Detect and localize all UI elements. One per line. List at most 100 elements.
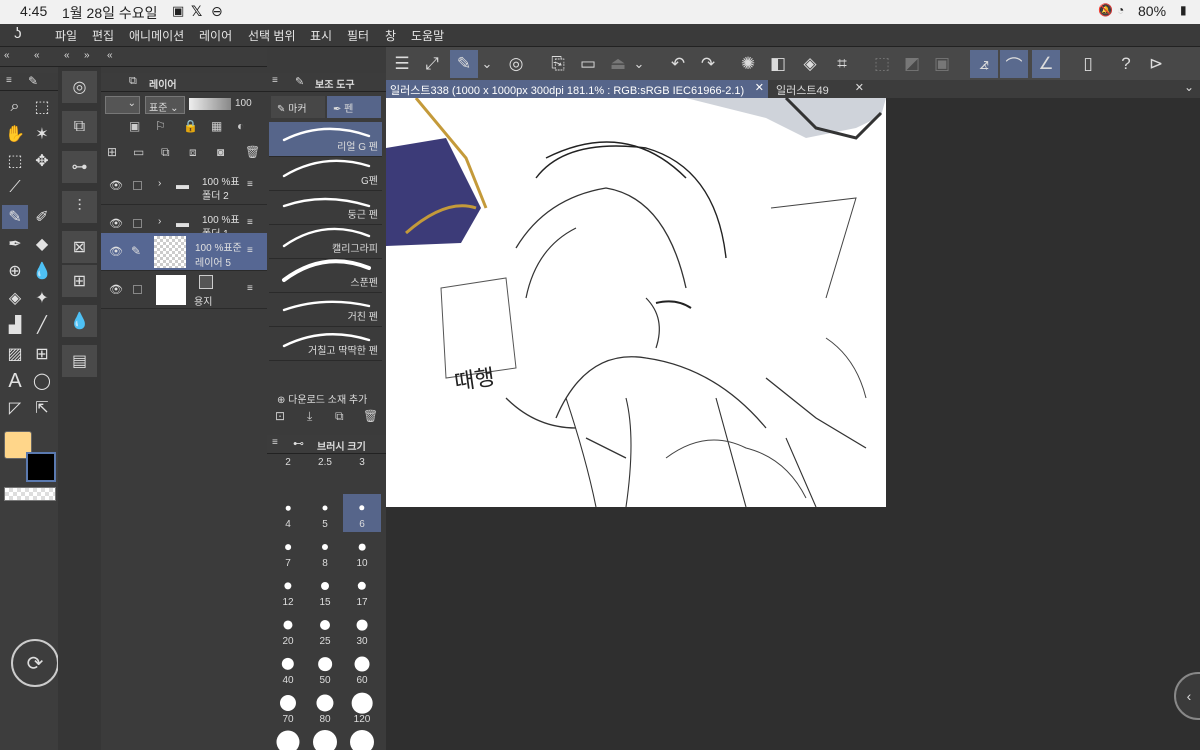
menu-help[interactable]: 도움말 xyxy=(411,27,444,44)
tab-marker[interactable]: ✎ 마커 xyxy=(271,96,325,118)
transform-icon[interactable]: ⌗ xyxy=(828,50,856,78)
line-icon[interactable]: ╱ xyxy=(29,313,55,337)
transparent-color-swatch[interactable] xyxy=(4,487,56,501)
menu-icon[interactable]: ≡ xyxy=(272,437,278,448)
brush-size-cell[interactable]: 60 xyxy=(343,650,381,688)
chevron-right-icon[interactable]: › xyxy=(158,178,161,189)
new-canvas-icon[interactable]: ⎘ xyxy=(544,50,572,78)
adjust-icon[interactable]: ⊶ xyxy=(62,151,97,183)
help-icon[interactable]: ? xyxy=(1112,50,1140,78)
brush-size-cell[interactable]: 15 xyxy=(306,572,344,610)
lock-transparency-icon[interactable]: ▦ xyxy=(211,119,222,133)
layer-row-paper[interactable]: 👁 용지 ≡ xyxy=(101,271,267,309)
blend-mode-select[interactable]: 표준 ⌄ xyxy=(145,96,185,114)
copy-icon[interactable]: ⧉ xyxy=(335,409,344,424)
move-icon[interactable]: ✥ xyxy=(29,149,55,173)
pen-pressure-icon[interactable]: ✎ xyxy=(450,50,478,78)
correct-line-icon[interactable]: ⇱ xyxy=(29,396,55,420)
invert-selection-icon[interactable]: ◩ xyxy=(898,50,926,78)
menu-icon[interactable]: ≡ xyxy=(6,75,12,86)
color-set-icon[interactable]: ⊞ xyxy=(62,265,97,297)
eye-icon[interactable]: 👁 xyxy=(109,245,123,258)
undo-icon[interactable]: ↶ xyxy=(664,50,692,78)
merge-icon[interactable]: ⧈ xyxy=(189,145,197,160)
brush-size-cell[interactable]: 5 xyxy=(306,494,344,532)
tab-pen[interactable]: ✒ 펜 xyxy=(327,96,381,118)
delete-icon[interactable]: 🗑 xyxy=(363,409,378,423)
checkbox-icon[interactable] xyxy=(133,285,142,294)
brush-size-cell[interactable]: 7 xyxy=(269,533,307,571)
brush-item[interactable]: 둥근 펜 xyxy=(269,190,382,225)
canvas[interactable]: 때행 xyxy=(386,96,886,508)
layer-menu-icon[interactable]: ≡ xyxy=(247,217,253,228)
new-folder-icon[interactable]: ▭ xyxy=(133,145,144,159)
chevron-down-icon[interactable]: ⌄ xyxy=(478,50,496,78)
fill-icon[interactable]: ◈ xyxy=(2,286,28,310)
menu-icon[interactable]: ≡ xyxy=(272,75,278,86)
brush-item[interactable]: 거칠고 딱딱한 펜 xyxy=(269,326,382,361)
object-icon[interactable]: ⬚ xyxy=(29,95,55,119)
app-logo-icon[interactable]: ʖ xyxy=(14,25,22,42)
eraser-icon[interactable]: ◆ xyxy=(29,232,55,256)
download-icon[interactable]: ⤓ xyxy=(307,409,312,424)
brush-size-cell[interactable]: 30 xyxy=(343,611,381,649)
layer-menu-icon[interactable]: ≡ xyxy=(247,245,253,256)
pen-tab-icon[interactable]: ✎ xyxy=(295,75,304,88)
selection-icon[interactable]: ⬚ xyxy=(2,149,28,173)
tool-property-icon[interactable]: ⫶ xyxy=(62,191,97,223)
mask-add-icon[interactable]: ◙ xyxy=(217,145,224,159)
new-raster-icon[interactable]: ⊞ xyxy=(107,145,117,159)
brush-size-cell[interactable]: 50 xyxy=(306,650,344,688)
chevron-right-icon[interactable]: › xyxy=(158,216,161,227)
settings-icon[interactable]: ⊡ xyxy=(275,409,285,423)
angle-icon[interactable]: ∠ xyxy=(1032,50,1060,78)
brush-size-cell[interactable]: 10 xyxy=(343,533,381,571)
brush-size-cell[interactable]: 8 xyxy=(306,533,344,571)
collapse-icon[interactable]: « xyxy=(107,50,113,61)
brush-size-cell[interactable]: 25 xyxy=(306,611,344,649)
brush-size-cell[interactable]: 70 xyxy=(269,689,307,727)
brush-size-cell[interactable]: 2.5 xyxy=(306,455,344,493)
sparkle-icon[interactable]: ✦ xyxy=(29,286,55,310)
eye-icon[interactable]: 👁 xyxy=(109,283,123,296)
layer-tab-icon[interactable]: ⧉ xyxy=(129,75,137,88)
add-material-button[interactable]: ⊕ 다운로드 소재 추가 xyxy=(277,391,367,406)
menu-layer[interactable]: 레이어 xyxy=(199,27,232,44)
decoration-icon[interactable]: ⊕ xyxy=(2,259,28,283)
auto-select-icon[interactable]: ✶ xyxy=(29,122,55,146)
airbrush-icon[interactable]: ▟ xyxy=(2,313,28,337)
menu-window[interactable]: 창 xyxy=(385,27,396,44)
menu-edit[interactable]: 편집 xyxy=(92,27,114,44)
reference-icon[interactable]: ⚐ xyxy=(155,119,166,133)
menu-filter[interactable]: 필터 xyxy=(347,27,369,44)
close-icon[interactable]: ✕ xyxy=(855,81,864,94)
menu-view[interactable]: 표시 xyxy=(310,27,332,44)
checkbox-icon[interactable] xyxy=(133,181,142,190)
fill-icon[interactable]: ◈ xyxy=(796,50,824,78)
redo-icon[interactable]: ↷ xyxy=(694,50,722,78)
eye-icon[interactable]: 👁 xyxy=(109,179,123,192)
brush-size-cell[interactable]: 150 xyxy=(269,728,307,750)
device-icon[interactable]: ▯ xyxy=(1074,50,1102,78)
hand-icon[interactable]: ✋ xyxy=(2,122,28,146)
brush-item[interactable]: 캘리그라피 xyxy=(269,224,382,259)
brush-size-cell[interactable]: 2 xyxy=(269,455,307,493)
eye-icon[interactable]: 👁 xyxy=(109,217,123,230)
brush-size-cell[interactable]: 120 xyxy=(343,689,381,727)
material-icon[interactable]: ⊠ xyxy=(62,231,97,263)
chevron-down-icon[interactable]: ⌄ xyxy=(1184,80,1194,94)
selection-area-icon[interactable]: ▣ xyxy=(928,50,956,78)
collapse-icon[interactable]: » xyxy=(84,50,90,61)
menu-icon[interactable]: ☰ xyxy=(388,50,416,78)
sub-color-swatch[interactable] xyxy=(26,452,56,482)
clear-icon[interactable]: ◧ xyxy=(764,50,792,78)
flip-icon[interactable]: ⊳ xyxy=(1142,50,1170,78)
frame-icon[interactable]: ⊞ xyxy=(29,342,55,366)
brush-icon[interactable]: ✒ xyxy=(2,232,28,256)
expand-icon[interactable]: « xyxy=(64,50,70,61)
canvas-area[interactable]: 때행 ‹ xyxy=(386,96,1200,750)
opacity-value[interactable]: 100 xyxy=(235,98,252,109)
eyedropper-icon[interactable]: ⟋ xyxy=(2,176,28,200)
brush-size-cell[interactable]: 17 xyxy=(343,572,381,610)
brush-size-cell[interactable]: 3 xyxy=(343,455,381,493)
